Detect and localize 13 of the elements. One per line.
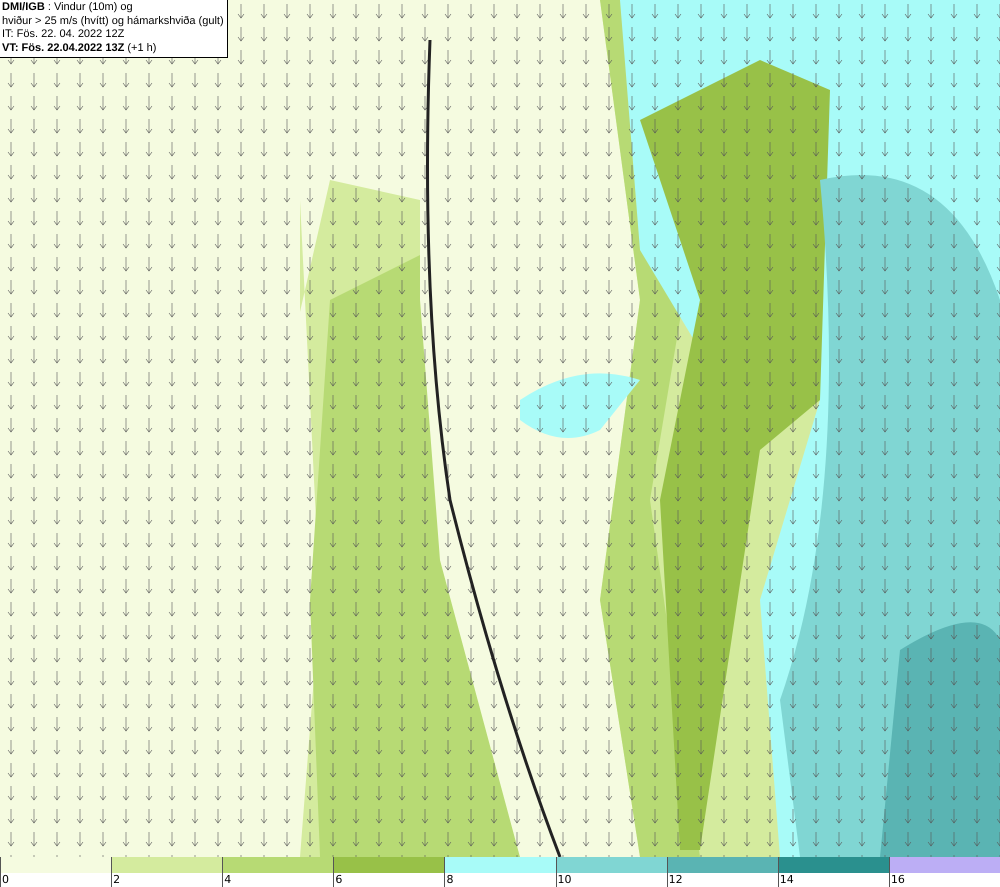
legend-label: 12 xyxy=(668,873,683,886)
info-text: IT: Fös. 22. 04. 2022 12Z xyxy=(2,28,126,42)
info-text: DMI/IGB : Vindur (10m) og xyxy=(2,1,134,14)
legend-label: 0 xyxy=(1,873,9,886)
info-text: hviður > 25 m/s (hvítt) og hámarkshviða (gult) xyxy=(2,14,224,28)
legend-label: 6 xyxy=(334,873,342,886)
legend-label: 8 xyxy=(445,873,454,886)
legend-label: 14 xyxy=(778,873,794,886)
legend-label: 10 xyxy=(556,873,572,886)
info-text: VT: Fös. 22.04.2022 13Z (+1 h) xyxy=(2,42,158,55)
legend-label: 4 xyxy=(223,873,232,886)
legend-label: 2 xyxy=(112,873,120,886)
legend-label: 16 xyxy=(890,873,905,886)
